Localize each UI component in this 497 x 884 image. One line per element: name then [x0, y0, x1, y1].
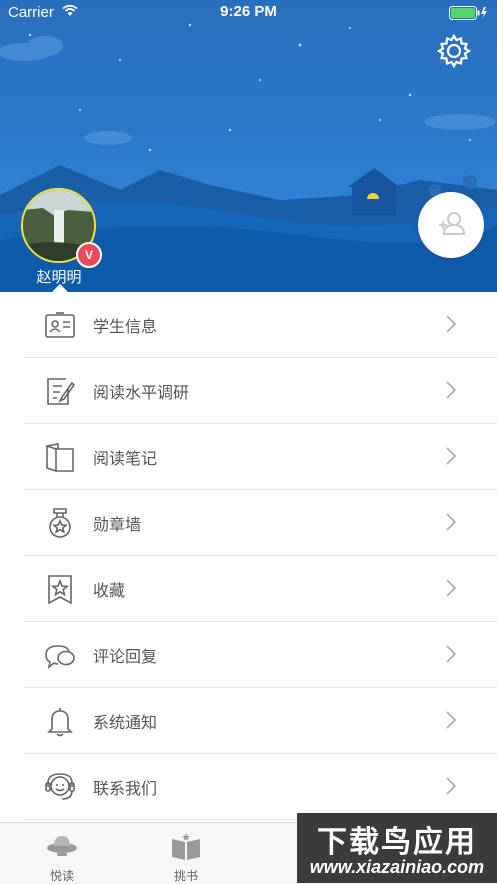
chevron-right-icon — [446, 777, 457, 795]
add-person-icon — [439, 212, 466, 235]
menu-label: 阅读水平调研 — [93, 383, 190, 402]
headset-icon — [45, 773, 75, 800]
tab-pick-books[interactable]: 挑书 — [124, 823, 248, 884]
menu-label: 阅读笔记 — [93, 449, 158, 468]
menu-item-reading-survey[interactable]: 阅读水平调研 — [24, 358, 497, 424]
survey-edit-icon — [47, 378, 76, 405]
menu-label: 评论回复 — [93, 647, 158, 666]
menu-item-contact-us[interactable]: 联系我们 — [24, 754, 497, 820]
menu-label: 联系我们 — [93, 779, 158, 798]
watermark-logo: 下载鸟应用 www.xiazainiao.com — [297, 813, 497, 883]
menu-label: 收藏 — [93, 581, 126, 600]
medal-icon — [49, 508, 71, 538]
profile-header: V 赵明明 — [0, 0, 497, 292]
menu-item-system-notifications[interactable]: 系统通知 — [24, 688, 497, 754]
add-friend-button[interactable] — [418, 192, 484, 258]
chevron-right-icon — [446, 315, 457, 333]
tab-read[interactable]: 悦读 — [0, 823, 124, 884]
menu-item-comment-replies[interactable]: 评论回复 — [24, 622, 497, 688]
chevron-right-icon — [446, 711, 457, 729]
chevron-right-icon — [446, 381, 457, 399]
chevron-right-icon — [446, 579, 457, 597]
notebook-icon — [46, 443, 74, 473]
chevron-right-icon — [446, 645, 457, 663]
menu-item-student-info[interactable]: 学生信息 — [24, 292, 497, 358]
student-card-icon — [45, 312, 75, 338]
chat-bubbles-icon — [45, 645, 75, 669]
menu-label: 学生信息 — [93, 317, 158, 336]
tab-label: 挑书 — [173, 869, 198, 883]
status-bar: Carrier 9:26 PM — [0, 0, 497, 26]
chevron-right-icon — [446, 447, 457, 465]
menu-label: 系统通知 — [93, 713, 158, 732]
watermark-title: 下载鸟应用 — [317, 825, 477, 860]
selection-pointer — [52, 284, 68, 292]
star-bookmark-icon — [48, 575, 72, 605]
battery-icon — [449, 6, 487, 20]
avatar[interactable]: V — [21, 188, 102, 268]
bell-icon — [47, 708, 73, 737]
vip-badge: V — [76, 242, 102, 268]
chevron-right-icon — [446, 513, 457, 531]
menu-item-medal-wall[interactable]: 勋章墙 — [24, 490, 497, 556]
open-book-icon — [172, 833, 200, 860]
menu-item-favorites[interactable]: 收藏 — [24, 556, 497, 622]
menu-item-reading-notes[interactable]: 阅读笔记 — [24, 424, 497, 490]
menu-label: 勋章墙 — [93, 515, 142, 534]
settings-gear-icon[interactable] — [436, 33, 472, 69]
tab-label: 悦读 — [49, 869, 74, 883]
ufo-icon — [47, 836, 77, 856]
watermark-url: www.xiazainiao.com — [309, 857, 485, 877]
menu-list: 学生信息 阅读水平调研 阅读笔记 勋章墙 收藏 评论回复 系统通知 联系我们 — [0, 292, 497, 820]
status-time: 9:26 PM — [220, 3, 277, 20]
